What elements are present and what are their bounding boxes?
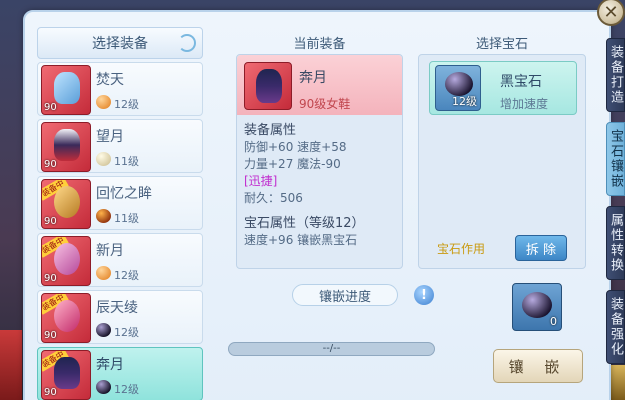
current-equipment-panel: 奔月 90级女鞋 装备属性 防御+60 速度+58 力量+27 魔法-90 [迅… <box>236 54 403 269</box>
gem-icon <box>96 380 111 394</box>
gem-icon <box>96 266 111 280</box>
gem-attribute-line: 速度+96 镶嵌黑宝石 <box>244 233 358 247</box>
equipment-name: 回忆之眸 <box>96 186 152 202</box>
equipment-list-title: 选择装备 <box>92 36 148 52</box>
gem-icon <box>96 152 111 166</box>
gem-attribute-header: 宝石属性（等级12） <box>244 216 365 231</box>
attribute-header: 装备属性 <box>244 123 297 138</box>
equipment-name: 奔月 <box>96 357 124 373</box>
inlay-button[interactable]: 镶 嵌 <box>493 349 583 383</box>
equipment-attributes: 装备属性 防御+60 速度+58 力量+27 魔法-90 [迅捷] 耐久：506… <box>244 122 365 249</box>
black-gem-icon <box>522 292 552 318</box>
equipment-thumbnail: 装备中 90 <box>41 293 91 343</box>
gem-select-title: 选择宝石 <box>475 37 528 52</box>
gem-option-black[interactable]: 12级 黑宝石 增加速度 <box>429 61 577 115</box>
gem-level: 12级 <box>114 326 139 339</box>
gem-level: 11级 <box>114 155 139 168</box>
equipment-thumbnail: 90 <box>41 122 91 172</box>
info-icon[interactable]: ! <box>414 285 434 305</box>
equipment-level: 90 <box>44 387 57 398</box>
list-item-benyue[interactable]: 装备中 90 奔月 12级 <box>37 347 203 400</box>
equipment-level: 90 <box>44 102 57 113</box>
current-equipment-name: 奔月 <box>299 70 327 86</box>
list-item-chentianling[interactable]: 装备中 90 辰天绫 12级 <box>37 290 203 344</box>
durability: 耐久：506 <box>244 191 303 205</box>
gem-description: 增加速度 <box>500 97 549 111</box>
inlay-progress-bar: --/-- <box>228 342 435 356</box>
current-equipment-thumbnail <box>244 62 292 110</box>
list-item-huiyizhimou[interactable]: 装备中 90 回忆之眸 11级 <box>37 176 203 230</box>
gem-count: 0 <box>550 315 557 328</box>
inlay-progress-label: 镶嵌进度 <box>292 284 398 306</box>
equipment-list-header: 选择装备 <box>37 27 203 59</box>
equipment-level: 90 <box>44 330 57 341</box>
special-attribute: [迅捷] <box>244 174 278 188</box>
current-equipment-header: 奔月 90级女鞋 <box>237 55 402 115</box>
equipment-thumbnail: 装备中 90 <box>41 179 91 229</box>
list-item-xinyue[interactable]: 装备中 90 新月 12级 <box>37 233 203 287</box>
gem-slot: 12级 <box>435 65 481 111</box>
equipment-name: 焚天 <box>96 72 124 88</box>
attribute-line: 力量+27 魔法-90 <box>244 157 341 171</box>
attribute-line: 防御+60 速度+58 <box>244 140 347 154</box>
inlay-progress-text: --/-- <box>322 343 341 354</box>
gem-level: 12级 <box>114 269 139 282</box>
decorative-banner <box>0 330 22 400</box>
tab-equipment-forge[interactable]: 装备打造 <box>606 38 625 112</box>
equipment-name: 辰天绫 <box>96 300 138 316</box>
list-item-wangyue[interactable]: 90 望月 11级 <box>37 119 203 173</box>
tab-gem-inlay[interactable]: 宝石镶嵌 <box>606 122 625 196</box>
gem-effect-link[interactable]: 宝石作用 <box>437 240 485 257</box>
gem-level: 12级 <box>114 98 139 111</box>
tab-attribute-convert[interactable]: 属性转换 <box>606 206 625 280</box>
gem-icon <box>96 323 111 337</box>
equipment-list: 选择装备 90 焚天 12级 90 望月 11级 装备中 90 回忆之眸 11级… <box>37 27 203 400</box>
gem-select-panel: 12级 黑宝石 增加速度 宝石作用 拆 除 <box>418 54 586 269</box>
gem-level: 12级 <box>452 95 477 108</box>
swirl-icon <box>178 34 196 52</box>
gem-level: 12级 <box>114 383 139 396</box>
gem-cost-slot: 0 <box>512 283 562 331</box>
current-equipment-title: 当前装备 <box>293 37 346 52</box>
equipment-level: 90 <box>44 273 57 284</box>
equipment-level: 90 <box>44 216 57 227</box>
equipment-thumbnail: 装备中 90 <box>41 350 91 400</box>
gem-icon <box>96 95 111 109</box>
current-equipment-type: 90级女鞋 <box>299 97 351 111</box>
remove-button[interactable]: 拆 除 <box>515 235 567 261</box>
gem-icon <box>96 209 111 223</box>
equipment-name: 望月 <box>96 129 124 145</box>
gem-level: 11级 <box>114 212 139 225</box>
equipment-level: 90 <box>44 159 57 170</box>
list-item-fentian[interactable]: 90 焚天 12级 <box>37 62 203 116</box>
equipment-thumbnail: 90 <box>41 65 91 115</box>
equipment-thumbnail: 装备中 90 <box>41 236 91 286</box>
tab-equipment-enhance[interactable]: 装备强化 <box>606 290 625 364</box>
gem-name: 黑宝石 <box>500 74 542 90</box>
equipment-name: 新月 <box>96 243 124 259</box>
